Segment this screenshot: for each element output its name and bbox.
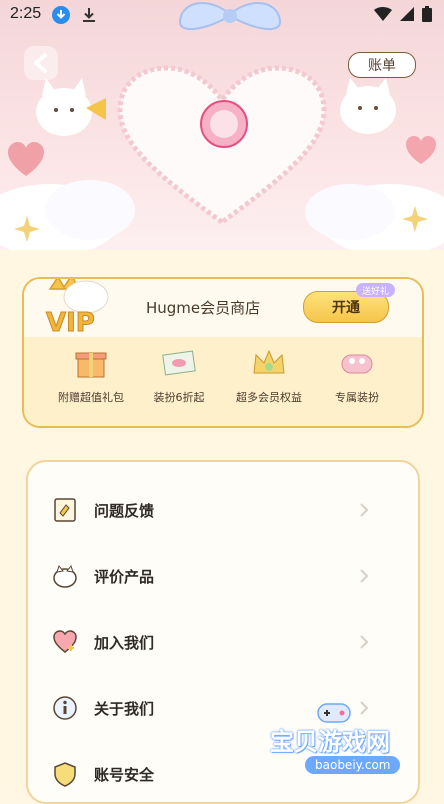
vip-store-card[interactable]: VIP Hugme会员商店 开通 送好礼 附赠超值礼包 装扮6折起 超多会员权益…: [22, 277, 424, 428]
vip-crown-logo-icon: VIP: [46, 279, 109, 337]
menu-item-rate[interactable]: 评价产品: [52, 556, 392, 596]
watermark-text: 宝贝游戏网: [270, 728, 390, 756]
perk-label: 附赠超值礼包: [58, 391, 124, 404]
envelope-icon: [162, 350, 196, 376]
gift-box-icon: [75, 352, 107, 378]
svg-text:VIP: VIP: [46, 308, 95, 337]
perk-exclusive-outfit[interactable]: 专属装扮: [312, 345, 402, 405]
vip-store-title: Hugme会员商店: [146, 299, 261, 317]
heart-decoration: [8, 142, 44, 176]
perk-gift-pack[interactable]: 附赠超值礼包: [46, 345, 136, 405]
watermark: 宝贝游戏网 baobeiy.com: [270, 703, 440, 782]
perk-discount[interactable]: 装扮6折起: [134, 345, 224, 405]
menu-label: 加入我们: [94, 633, 155, 652]
battery-icon: [422, 6, 432, 22]
perk-label: 超多会员权益: [236, 391, 302, 404]
avatar-face: [210, 110, 238, 138]
chevron-right-icon: [360, 635, 369, 649]
chevron-left-icon: [34, 53, 47, 73]
signal-icon: [400, 7, 414, 21]
chevron-right-icon: [360, 503, 369, 517]
heart-join-icon: [53, 630, 77, 653]
chevron-right-icon: [360, 569, 369, 583]
heart-decoration: [406, 136, 436, 164]
wifi-icon: [374, 7, 392, 21]
back-button[interactable]: [24, 46, 58, 80]
hero-banner: 2:25 账单: [0, 0, 444, 250]
cushion-icon: [341, 354, 373, 374]
star-decoration: [14, 216, 40, 242]
cat-trumpet-illustration: [36, 78, 106, 136]
status-time: 2:25: [10, 5, 42, 22]
menu-label: 问题反馈: [94, 501, 155, 520]
bill-button[interactable]: 账单: [348, 52, 416, 78]
rate-icon: [53, 564, 77, 588]
cat-cupid-illustration: [340, 78, 396, 134]
menu-label: 关于我们: [94, 699, 155, 718]
avatar[interactable]: [200, 100, 248, 148]
star-decoration: [402, 206, 428, 232]
info-icon: [53, 696, 77, 720]
watermark-url: baobeiy.com: [305, 756, 401, 774]
download-icon: [83, 8, 95, 22]
menu-item-feedback[interactable]: 问题反馈: [52, 490, 392, 530]
shield-icon: [54, 762, 76, 787]
menu-label: 评价产品: [94, 567, 155, 586]
feedback-icon: [54, 498, 76, 522]
menu-label: 账号安全: [94, 765, 155, 784]
download-notification-icon: [52, 6, 70, 24]
status-bar: 2:25: [0, 0, 444, 30]
perk-label: 专属装扮: [335, 391, 379, 404]
crown-icon: [253, 349, 285, 374]
gift-badge: 送好礼: [356, 283, 396, 297]
perk-member-benefits[interactable]: 超多会员权益: [224, 345, 314, 405]
menu-item-join[interactable]: 加入我们: [52, 622, 392, 662]
perk-label: 装扮6折起: [153, 391, 205, 404]
